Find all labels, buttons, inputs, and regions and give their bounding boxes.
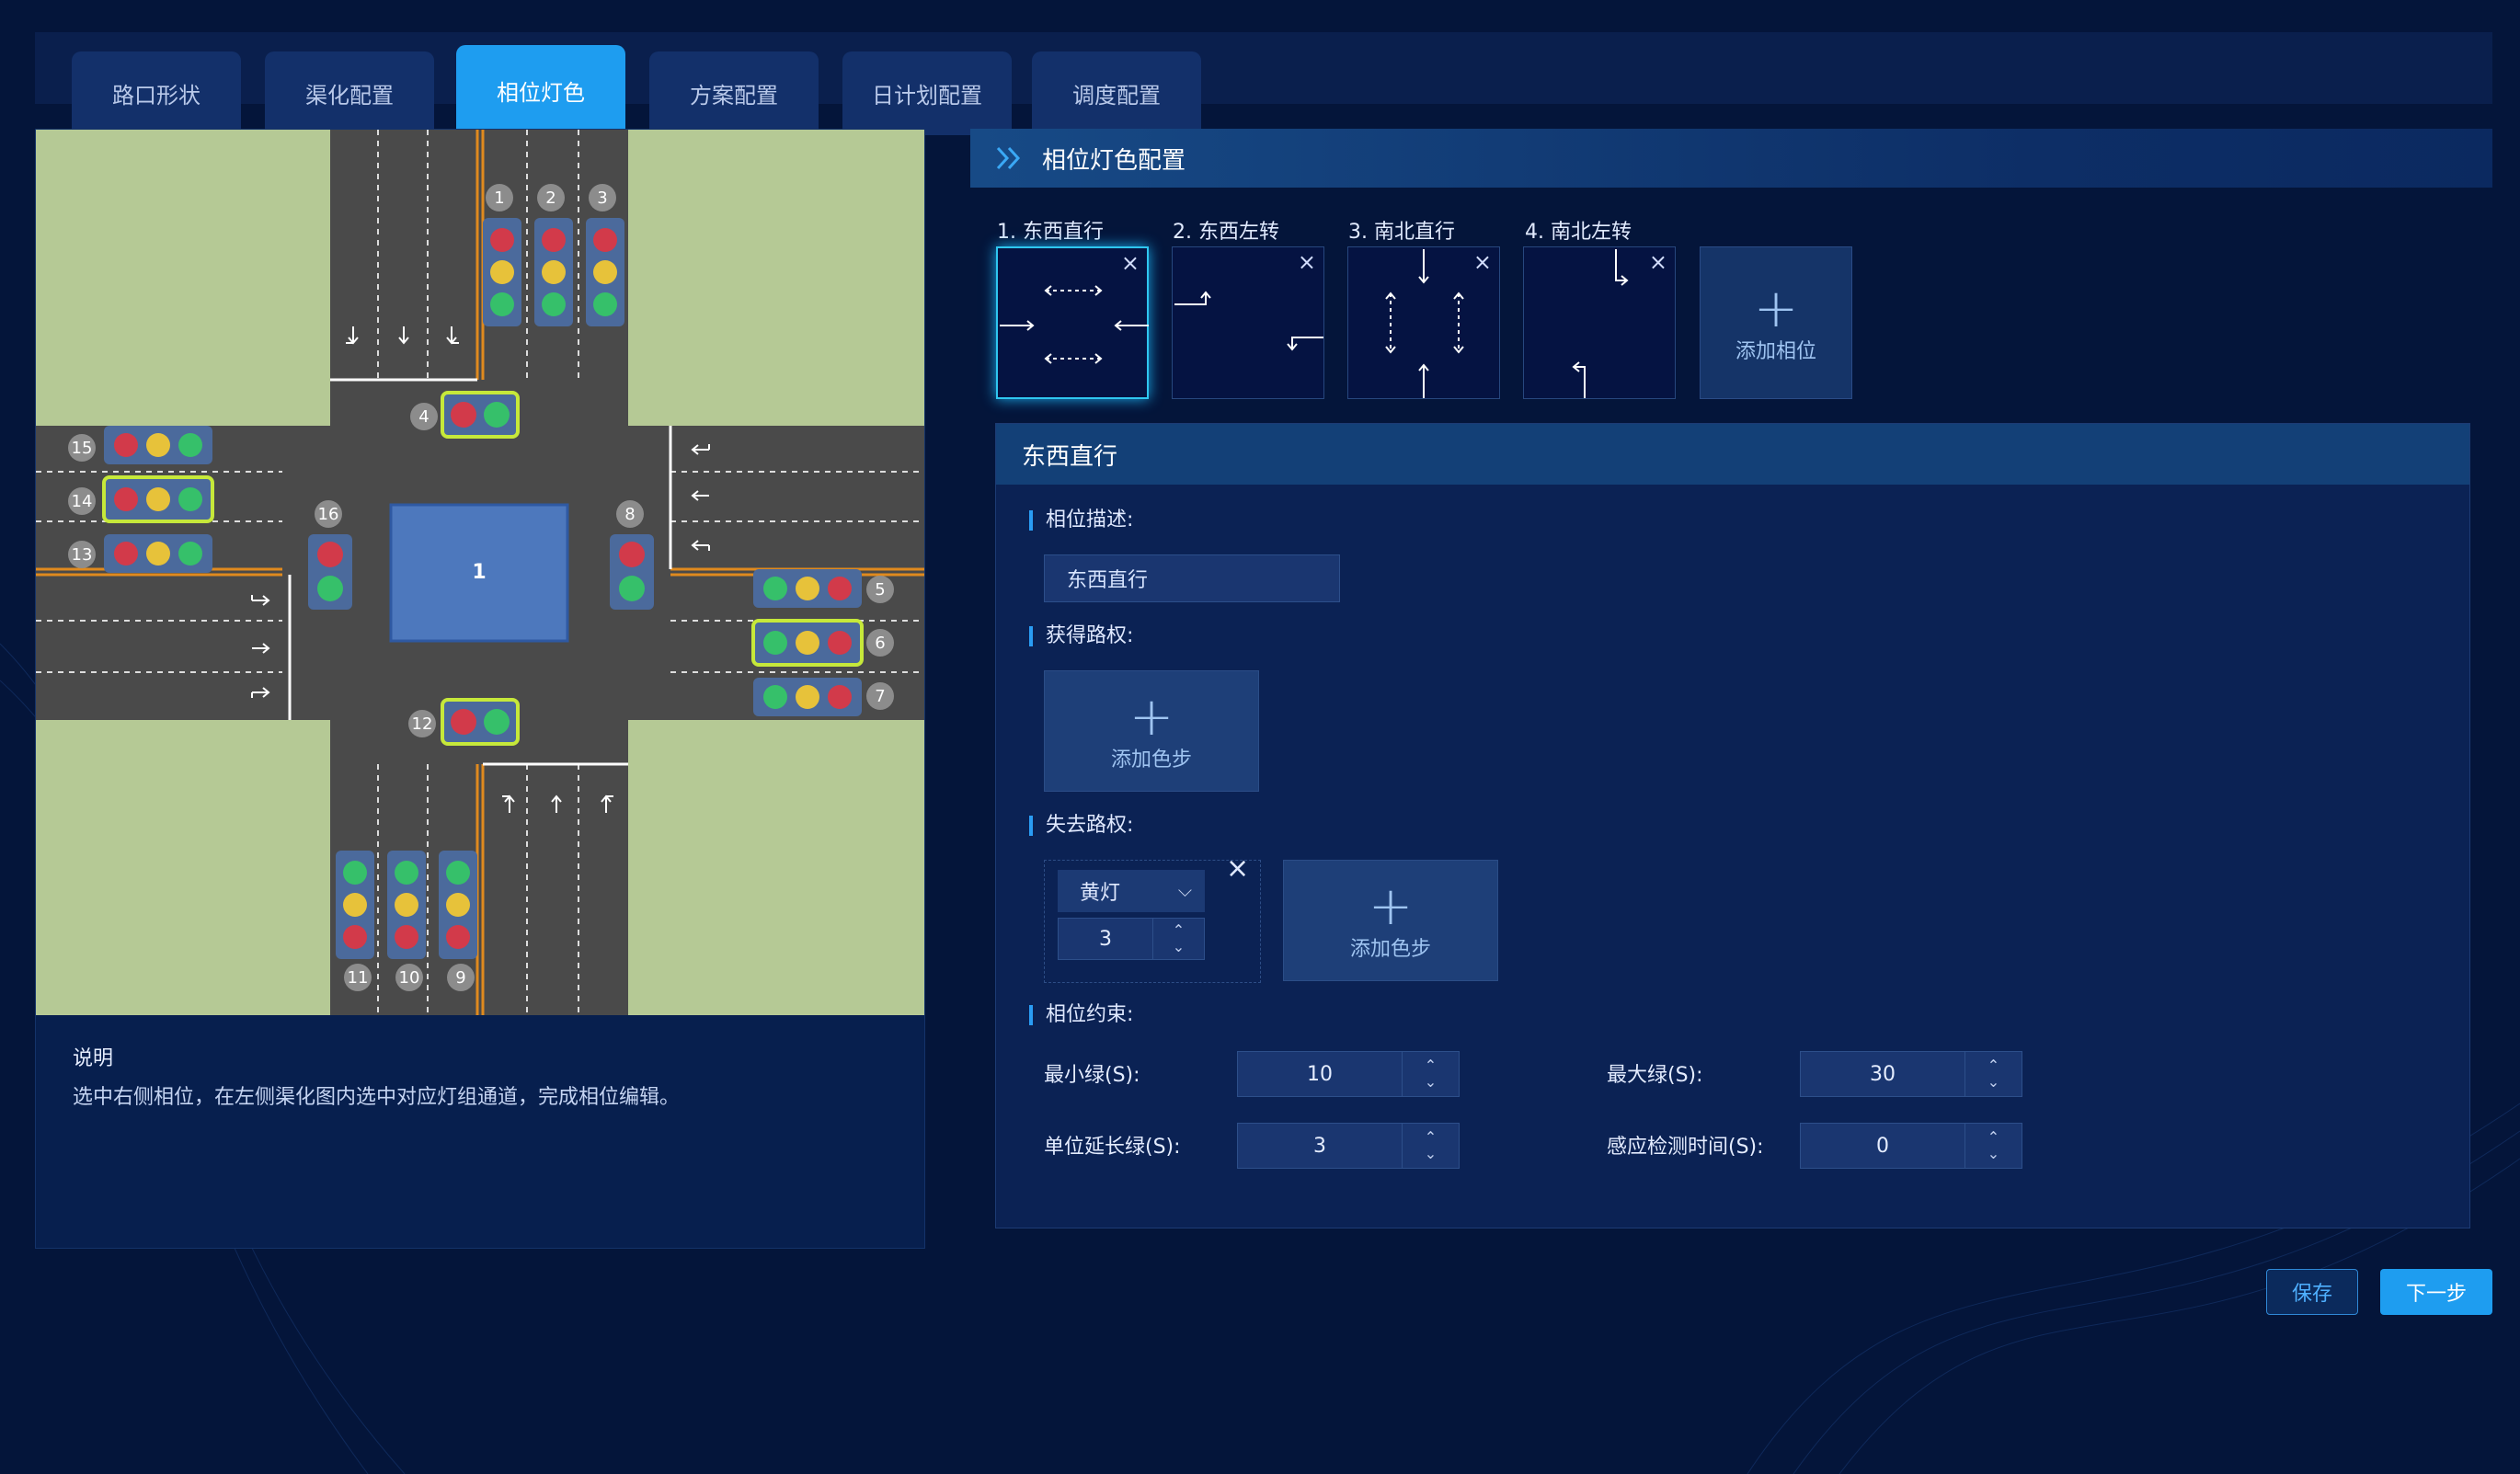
signal-west[interactable] (102, 426, 214, 573)
desc-label: 相位描述: (1029, 510, 1133, 531)
max-green-input[interactable]: 30 ⌃ ⌄ (1800, 1051, 2022, 1097)
intersection-map: 1 1 2 3 4 5 6 7 8 9 10 11 12 13 14 15 16 (36, 130, 924, 1015)
max-green-label: 最大绿(S): (1607, 1064, 1703, 1087)
close-icon[interactable]: × (1121, 250, 1140, 276)
stepper-arrows[interactable]: ⌃ ⌄ (1402, 1124, 1459, 1168)
close-icon[interactable]: × (1226, 852, 1249, 885)
save-button[interactable]: 保存 (2266, 1269, 2358, 1315)
stepper-arrows[interactable]: ⌃ ⌄ (1964, 1124, 2022, 1168)
close-icon[interactable]: × (1649, 249, 1667, 275)
tab-plan-config[interactable]: 方案配置 (649, 51, 819, 135)
stepper-arrows[interactable]: ⌃ ⌄ (1964, 1052, 2022, 1096)
next-step-button[interactable]: 下一步 (2380, 1269, 2492, 1315)
tab-channelization[interactable]: 渠化配置 (265, 51, 434, 135)
min-green-input[interactable]: 10 ⌃ ⌄ (1237, 1051, 1460, 1097)
close-icon[interactable]: × (1298, 249, 1316, 275)
svg-text:7: 7 (875, 687, 885, 706)
stepper-arrows[interactable]: ⌃ ⌄ (1152, 919, 1204, 959)
svg-text:15: 15 (72, 439, 93, 458)
plus-icon: + (1128, 685, 1174, 748)
detect-time-value: 0 (1876, 1134, 1889, 1158)
light-color-value: 黄灯 (1080, 882, 1121, 905)
phase-label-3: 3. 南北直行 (1348, 221, 1455, 244)
chevron-down-icon: ⌵ (1177, 879, 1192, 901)
add-step-label: 添加色步 (1349, 938, 1431, 961)
plus-icon: + (1368, 874, 1414, 937)
detect-time-input[interactable]: 0 ⌃ ⌄ (1800, 1123, 2022, 1169)
svg-text:16: 16 (318, 505, 339, 524)
channelization-panel: 1 1 2 3 4 5 6 7 8 9 10 11 12 13 14 15 16… (35, 129, 925, 1249)
max-green-value: 30 (1870, 1062, 1896, 1086)
svg-text:14: 14 (72, 492, 93, 511)
svg-text:6: 6 (875, 634, 885, 653)
phase-card-1[interactable]: × (996, 246, 1149, 399)
add-step-label: 添加色步 (1110, 748, 1192, 771)
min-green-label: 最小绿(S): (1044, 1064, 1140, 1087)
step-duration-input[interactable]: 3 ⌃ ⌄ (1058, 918, 1205, 960)
step-duration-value: 3 (1099, 927, 1112, 951)
svg-text:4: 4 (418, 407, 429, 427)
svg-text:5: 5 (875, 580, 885, 600)
phase-detail-title: 东西直行 (996, 424, 2469, 485)
add-gain-step-button[interactable]: + 添加色步 (1044, 670, 1259, 792)
svg-text:10: 10 (399, 968, 420, 988)
signal-east[interactable] (751, 569, 864, 716)
phase-card-3[interactable]: × (1347, 246, 1500, 399)
phase-label-4: 4. 南北左转 (1525, 221, 1632, 244)
unit-ext-input[interactable]: 3 ⌃ ⌄ (1237, 1123, 1460, 1169)
signal-south[interactable] (336, 851, 477, 959)
add-lose-step-button[interactable]: + 添加色步 (1283, 860, 1498, 981)
unit-ext-label: 单位延长绿(S): (1044, 1136, 1181, 1159)
add-phase-button[interactable]: + 添加相位 (1700, 246, 1852, 399)
svg-text:12: 12 (412, 714, 433, 734)
svg-text:2: 2 (545, 189, 556, 208)
constraint-label: 相位约束: (1029, 1005, 1133, 1025)
svg-text:13: 13 (72, 545, 93, 565)
center-label: 1 (472, 561, 486, 584)
tab-bar: 路口形状 渠化配置 相位灯色 方案配置 日计划配置 调度配置 (35, 32, 2492, 135)
add-phase-label: 添加相位 (1735, 340, 1816, 363)
phase-card-2[interactable]: × (1172, 246, 1324, 399)
phase-desc-input[interactable]: 东西直行 (1044, 554, 1340, 602)
tab-day-plan[interactable]: 日计划配置 (842, 51, 1012, 135)
plus-icon: + (1753, 277, 1799, 339)
config-header: 相位灯色配置 (970, 129, 2492, 188)
config-header-title: 相位灯色配置 (1042, 146, 1186, 175)
unit-ext-value: 3 (1313, 1134, 1326, 1158)
tab-phase-light[interactable]: 相位灯色 (456, 45, 625, 135)
phase-detail-panel: 东西直行 相位描述: 东西直行 获得路权: + 添加色步 失去路权: 黄灯 ⌵ … (995, 423, 2470, 1228)
svg-text:9: 9 (455, 968, 465, 988)
signal-north[interactable] (483, 218, 624, 326)
phase-card-4[interactable]: × (1523, 246, 1676, 399)
note-title: 说明 (73, 1047, 114, 1070)
note-text: 选中右侧相位，在左侧渠化图内选中对应灯组通道，完成相位编辑。 (73, 1086, 681, 1109)
gain-right-label: 获得路权: (1029, 626, 1133, 646)
close-icon[interactable]: × (1473, 249, 1492, 275)
detect-time-label: 感应检测时间(S): (1607, 1136, 1764, 1159)
lose-right-label: 失去路权: (1029, 816, 1133, 836)
tab-intersection-shape[interactable]: 路口形状 (72, 51, 241, 135)
phase-label-1: 1. 东西直行 (997, 221, 1104, 244)
light-color-select[interactable]: 黄灯 ⌵ (1058, 870, 1205, 912)
stepper-arrows[interactable]: ⌃ ⌄ (1402, 1052, 1459, 1096)
svg-text:3: 3 (597, 189, 607, 208)
phase-label-2: 2. 东西左转 (1173, 221, 1279, 244)
tab-schedule[interactable]: 调度配置 (1032, 51, 1201, 135)
double-chevron-icon (996, 146, 1021, 170)
min-green-value: 10 (1307, 1062, 1333, 1086)
svg-text:8: 8 (624, 505, 635, 524)
svg-text:11: 11 (348, 968, 369, 988)
svg-text:1: 1 (494, 189, 504, 208)
